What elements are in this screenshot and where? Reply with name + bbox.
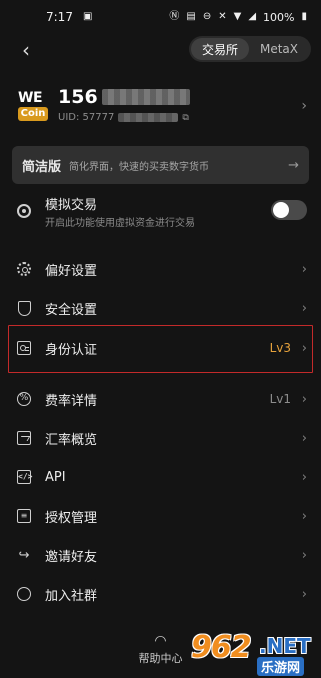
chevron-right-icon: ›: [301, 547, 307, 563]
watermark-domain: .NET: [259, 634, 311, 658]
status-time: 7:17: [46, 10, 73, 24]
battery-level: 100%: [263, 10, 295, 24]
battery-icon: ▮: [301, 11, 307, 22]
mode-switch: 交易所 MetaX: [188, 36, 311, 62]
demo-trading-description: 开启此功能使用虚拟资金进行交易: [45, 218, 195, 229]
menu-item-join-community[interactable]: 加入社群 ›: [0, 575, 321, 613]
help-center-label: 帮助中心: [138, 652, 183, 665]
chevron-right-icon: ›: [301, 98, 307, 114]
fee-level: Lv1: [269, 392, 291, 406]
menu-item-fee-details[interactable]: % 费率详情 Lv1 ›: [0, 380, 321, 418]
menu-item-authorization[interactable]: ≡ 授权管理 ›: [0, 497, 321, 535]
authorization-icon: ≡: [16, 508, 32, 524]
lite-mode-description: 简化界面，快速的买卖数字货币: [69, 161, 210, 173]
gear-icon: [16, 261, 32, 277]
percent-icon: %: [16, 391, 32, 407]
tab-metax[interactable]: MetaX: [249, 38, 309, 60]
demo-trading-row: 模拟交易 开启此功能使用虚拟资金进行交易: [0, 194, 321, 230]
demo-trading-toggle[interactable]: [271, 200, 307, 220]
menu-item-invite-friends[interactable]: ↪ 邀请好友 ›: [0, 536, 321, 574]
copy-icon[interactable]: ⧉: [182, 113, 188, 123]
signal-icon: ◢: [248, 11, 257, 22]
lite-mode-banner[interactable]: 简洁版 简化界面，快速的买卖数字货币 →: [12, 146, 309, 184]
share-icon: ↪: [18, 547, 30, 563]
uid-line: UID: 57777 ⧉: [58, 112, 189, 123]
chevron-right-icon: ›: [301, 430, 307, 446]
status-bar: 7:17 ▣ Ⓝ ▤ ⊖ ✕ ▼ ◢ 100% ▮: [0, 0, 321, 34]
code-icon: </>: [16, 469, 32, 485]
mute-icon: ✕: [218, 11, 227, 22]
watermark-logo: 962 .NET 乐游网: [191, 630, 317, 676]
dnd-icon: ⊖: [202, 11, 212, 22]
watermark-number: 962: [191, 630, 252, 665]
chevron-left-icon: ‹: [22, 38, 30, 62]
chevron-right-icon: ›: [301, 391, 307, 407]
redacted-name: [101, 89, 190, 105]
nfc-icon: Ⓝ: [169, 11, 180, 22]
wifi-icon: ▼: [233, 11, 242, 22]
arrow-right-icon: →: [288, 157, 299, 173]
toggle-knob: [273, 202, 289, 218]
lite-mode-title: 简洁版: [22, 159, 62, 175]
top-bar: ‹ 交易所 MetaX: [0, 36, 321, 64]
chevron-right-icon: ›: [301, 586, 307, 602]
back-button[interactable]: ‹: [14, 38, 38, 62]
menu-item-security[interactable]: 安全设置 ›: [0, 289, 321, 327]
id-card-icon: [16, 340, 32, 356]
chevron-right-icon: ›: [301, 300, 307, 316]
demo-trading-icon: [17, 204, 31, 218]
chevron-right-icon: ›: [301, 340, 307, 356]
tab-exchange[interactable]: 交易所: [190, 38, 249, 60]
verification-level: Lv3: [269, 341, 291, 355]
chart-icon: [16, 430, 32, 446]
chevron-right-icon: ›: [301, 261, 307, 277]
demo-trading-title: 模拟交易: [45, 198, 98, 213]
vibrate-icon: ▤: [186, 11, 196, 22]
chevron-right-icon: ›: [301, 469, 307, 485]
shield-icon: [16, 300, 32, 316]
menu-item-preferences[interactable]: 偏好设置 ›: [0, 250, 321, 288]
menu-item-exchange-rates[interactable]: 汇率概览 ›: [0, 419, 321, 457]
menu-item-api[interactable]: </> API ›: [0, 458, 321, 496]
username: 156: [58, 86, 190, 108]
wecoin-logo: WE Coin: [18, 91, 48, 125]
chat-icon: [16, 586, 32, 602]
menu-item-identity-verification[interactable]: 身份认证 Lv3 ›: [0, 329, 321, 367]
redacted-uid: [118, 113, 179, 122]
chevron-right-icon: ›: [301, 508, 307, 524]
profile-header[interactable]: WE Coin 156 UID: 57777 ⧉ ›: [0, 86, 321, 128]
watermark-cn: 乐游网: [257, 657, 305, 676]
notification-icon: ▣: [82, 11, 93, 22]
